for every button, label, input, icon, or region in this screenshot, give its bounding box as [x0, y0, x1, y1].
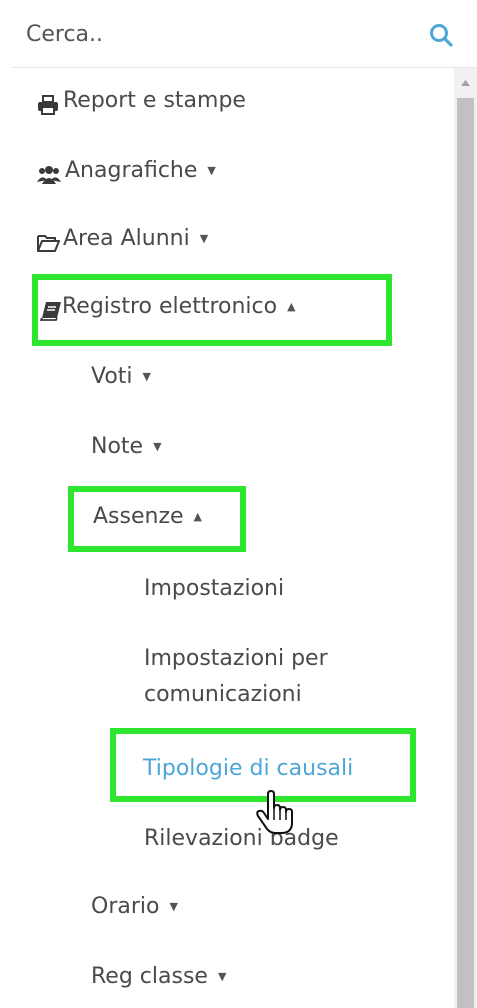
- menu-item-rilevazioni-badge[interactable]: Rilevazioni badge: [0, 822, 454, 862]
- menu-item-report[interactable]: Report e stampe: [0, 84, 454, 124]
- menu-item-label: Tipologie di causali: [143, 756, 354, 781]
- print-icon: [38, 95, 58, 115]
- users-icon: [37, 166, 61, 184]
- menu-item-label: Reg classe ▼: [91, 964, 227, 989]
- caret-up-icon: ▲: [193, 510, 203, 523]
- menu-item-label: Orario ▼: [91, 894, 178, 919]
- caret-down-icon: ▼: [142, 370, 152, 383]
- menu-item-tipologie-causali[interactable]: Tipologie di causali: [0, 752, 454, 792]
- menu-item-label: Note ▼: [91, 434, 162, 459]
- caret-down-icon: ▼: [153, 440, 162, 453]
- caret-down-icon: ▼: [217, 970, 227, 983]
- search-input[interactable]: [26, 14, 406, 54]
- menu-item-registro-elettronico[interactable]: Registro elettronico ▲: [0, 290, 454, 330]
- menu-item-impostazioni-comunicazioni[interactable]: Impostazioni per comunicazioni: [0, 642, 454, 718]
- menu-item-label: Registro elettronico ▲: [62, 294, 296, 319]
- menu-item-anagrafiche[interactable]: Anagrafiche ▼: [0, 154, 454, 194]
- menu-item-voti[interactable]: Voti ▼: [0, 360, 454, 400]
- book-icon: [40, 302, 61, 321]
- caret-up-icon: ▲: [287, 300, 296, 313]
- menu-item-label: Anagrafiche ▼: [65, 158, 216, 183]
- menu-item-impostazioni[interactable]: Impostazioni: [0, 572, 454, 612]
- menu-item-label-line2: comunicazioni: [144, 682, 302, 707]
- search-icon[interactable]: [428, 22, 454, 48]
- sidebar-menu: Report e stampe Anagrafiche ▼ Area Alunni…: [0, 68, 454, 1008]
- scrollbar-thumb[interactable]: [457, 98, 474, 1008]
- hand-pointer-cursor-icon: [256, 790, 293, 834]
- folder-open-icon: [37, 235, 60, 252]
- caret-down-icon: ▼: [199, 232, 209, 245]
- menu-item-label-line1: Impostazioni per: [144, 646, 328, 671]
- menu-item-label: Impostazioni: [144, 576, 285, 601]
- menu-item-label: Report e stampe: [63, 88, 246, 113]
- menu-item-label: Assenze ▲: [93, 504, 203, 529]
- menu-item-label: Rilevazioni badge: [144, 826, 339, 851]
- menu-item-orario[interactable]: Orario ▼: [0, 890, 454, 930]
- scrollbar[interactable]: [454, 68, 477, 1008]
- caret-down-icon: ▼: [169, 900, 178, 913]
- menu-item-label: Area Alunni ▼: [63, 226, 209, 251]
- scroll-up-arrow-icon[interactable]: [454, 76, 477, 90]
- caret-down-icon: ▼: [207, 164, 216, 177]
- search-bar: [0, 0, 477, 68]
- menu-item-label: Voti ▼: [91, 364, 152, 389]
- menu-item-assenze[interactable]: Assenze ▲: [0, 500, 454, 540]
- menu-item-area-alunni[interactable]: Area Alunni ▼: [0, 222, 454, 262]
- menu-item-note[interactable]: Note ▼: [0, 430, 454, 470]
- menu-item-reg-classe[interactable]: Reg classe ▼: [0, 960, 454, 1000]
